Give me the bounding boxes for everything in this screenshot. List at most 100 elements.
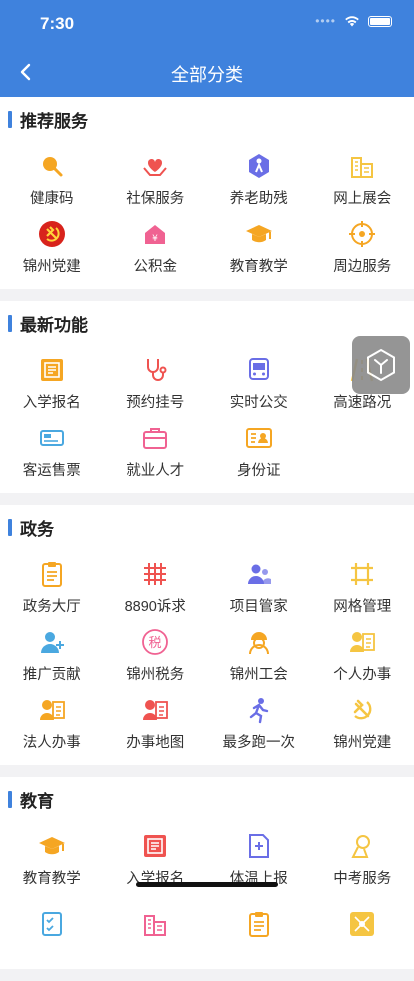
service-label: 锦州税务	[126, 663, 184, 684]
service-label: 法人办事	[23, 731, 81, 752]
service-label: 教育教学	[230, 255, 288, 276]
page-title: 全部分类	[0, 61, 414, 87]
service-item[interactable]: 入学报名	[0, 349, 104, 417]
service-item[interactable]: 政务大厅	[0, 553, 104, 621]
ticket-icon	[37, 423, 67, 453]
service-item[interactable]: 办事地图	[104, 689, 208, 757]
heart-hands-icon	[140, 151, 170, 181]
service-grid: 健康码 社保服务 养老助残 网上展会锦州党建¥公积金教育教学 周边服务	[0, 141, 414, 289]
service-item[interactable]: 预约挂号	[104, 349, 208, 417]
service-item[interactable]: 社保服务	[104, 145, 208, 213]
service-item[interactable]: 教育教学	[0, 825, 104, 893]
id-card-icon	[244, 423, 274, 453]
service-item[interactable]: 个人办事	[311, 621, 414, 689]
service-item[interactable]: 教育教学	[207, 213, 311, 281]
service-item[interactable]	[207, 893, 311, 961]
building-icon	[140, 909, 170, 939]
hammer-sickle-icon	[347, 695, 377, 725]
registration-form-icon	[37, 355, 67, 385]
service-item[interactable]: 周边服务	[311, 213, 414, 281]
section-3: 教育教育教学入学报名体温上报中考服务	[0, 777, 414, 969]
section-header: 最新功能	[0, 301, 414, 345]
service-label: 健康码	[30, 187, 74, 208]
section-title: 教育	[20, 787, 54, 812]
service-label: 预约挂号	[126, 391, 184, 412]
checklist-icon	[37, 909, 67, 939]
location-target-icon	[347, 219, 377, 249]
home-indicator	[136, 882, 278, 887]
service-label: 锦州工会	[230, 663, 288, 684]
people-icon	[244, 559, 274, 589]
floating-assistant-button[interactable]	[352, 336, 410, 394]
service-item[interactable]: 实时公交	[207, 349, 311, 417]
service-label: 网格管理	[333, 595, 391, 616]
service-item[interactable]: 锦州党建	[0, 213, 104, 281]
service-label: 锦州党建	[333, 731, 391, 752]
service-item[interactable]: 税锦州税务	[104, 621, 208, 689]
service-item[interactable]: 8890诉求	[104, 553, 208, 621]
service-label: 实时公交	[230, 391, 288, 412]
service-label: 8890诉求	[125, 595, 186, 616]
section-title: 推荐服务	[20, 107, 88, 132]
service-label: 身份证	[237, 459, 281, 480]
service-item[interactable]	[0, 893, 104, 961]
service-grid: 教育教学入学报名体温上报中考服务	[0, 821, 414, 969]
service-item[interactable]	[311, 893, 414, 961]
svg-text:¥: ¥	[152, 234, 158, 244]
section-accent-bar	[8, 315, 12, 332]
person-card-icon	[347, 627, 377, 657]
service-item[interactable]: 项目管家	[207, 553, 311, 621]
graduation-cap-icon	[244, 219, 274, 249]
service-item[interactable]: 网格管理	[311, 553, 414, 621]
service-item[interactable]: 推广贡献	[0, 621, 104, 689]
person-card-icon	[140, 695, 170, 725]
section-1: 最新功能入学报名预约挂号实时公交高速路况客运售票就业人才身份证	[0, 301, 414, 493]
service-label: 个人办事	[333, 663, 391, 684]
signal-icon: ••••	[315, 14, 336, 28]
service-item[interactable]: 最多跑一次	[207, 689, 311, 757]
grid-hash-icon	[140, 559, 170, 589]
hexagon-icon	[363, 347, 399, 383]
category-list: 推荐服务健康码社保服务养老助残网上展会锦州党建¥公积金教育教学周边服务最新功能入…	[0, 97, 414, 981]
service-item[interactable]: 法人办事	[0, 689, 104, 757]
registration-form-icon	[140, 831, 170, 861]
service-label: 养老助残	[230, 187, 288, 208]
party-emblem-icon	[37, 219, 67, 249]
service-item[interactable]: 身份证	[207, 417, 311, 485]
battery-icon	[368, 16, 392, 27]
status-time: 7:30	[40, 14, 74, 34]
service-label: 入学报名	[23, 391, 81, 412]
service-item[interactable]: 健康码	[0, 145, 104, 213]
section-title: 政务	[20, 515, 54, 540]
section-header: 政务	[0, 505, 414, 549]
service-item[interactable]: 养老助残	[207, 145, 311, 213]
status-icons: ••••	[315, 14, 392, 28]
service-item[interactable]: 锦州工会	[207, 621, 311, 689]
service-item[interactable]: ¥公积金	[104, 213, 208, 281]
wifi-icon	[344, 15, 360, 27]
stethoscope-icon	[140, 355, 170, 385]
service-item[interactable]: 中考服务	[311, 825, 414, 893]
svg-text:税: 税	[149, 636, 162, 651]
service-grid: 政务大厅8890诉求项目管家网格管理推广贡献税锦州税务锦州工会个人办事法人办事办…	[0, 549, 414, 765]
building-icon	[347, 151, 377, 181]
section-title: 最新功能	[20, 311, 88, 336]
exam-icon	[347, 831, 377, 861]
section-accent-bar	[8, 791, 12, 808]
service-item[interactable]: 网上展会	[311, 145, 414, 213]
service-label: 政务大厅	[23, 595, 81, 616]
service-item[interactable]	[104, 893, 208, 961]
clipboard-icon	[37, 559, 67, 589]
section-accent-bar	[8, 111, 12, 128]
briefcase-icon	[140, 423, 170, 453]
app-header: 7:30 •••• 全部分类	[0, 0, 414, 97]
house-fund-icon: ¥	[140, 219, 170, 249]
service-item[interactable]: 就业人才	[104, 417, 208, 485]
runner-icon	[244, 695, 274, 725]
section-2: 政务政务大厅8890诉求项目管家网格管理推广贡献税锦州税务锦州工会个人办事法人办…	[0, 505, 414, 765]
user-add-icon	[37, 627, 67, 657]
service-item[interactable]: 锦州党建	[311, 689, 414, 757]
service-item[interactable]: 客运售票	[0, 417, 104, 485]
service-label: 社保服务	[126, 187, 184, 208]
section-0: 推荐服务健康码 社保服务 养老助残 网上展会锦州党建¥公积金教育教学 周边服务	[0, 97, 414, 289]
